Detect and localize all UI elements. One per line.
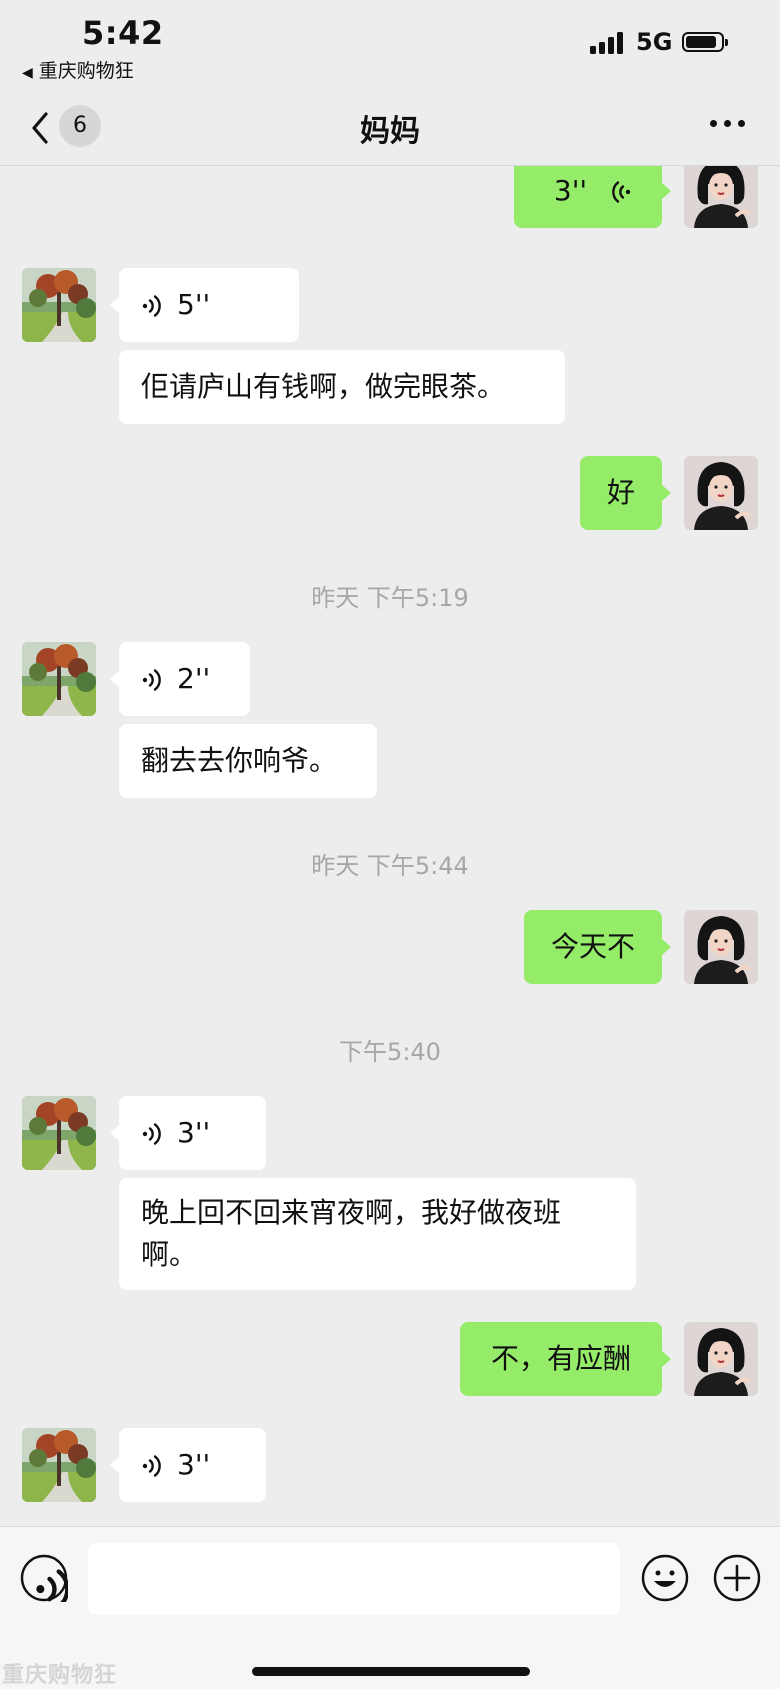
emoji-icon[interactable] [640,1553,690,1603]
incoming-voice-message[interactable]: 3'' [110,1428,266,1502]
voice-duration: 5'' [177,288,211,321]
outgoing-text-message[interactable]: 今天不 [524,910,671,984]
message-text: 佢请庐山有钱啊，做完眼茶。 [141,370,506,403]
incoming-voice-message[interactable]: 2'' [110,642,250,716]
chat-title: 妈妈 [360,114,420,149]
voice-wave-icon [608,180,632,204]
clock: 5:42 [82,14,164,52]
mom-avatar[interactable] [22,642,96,716]
network-type: 5G [636,28,673,56]
mom-avatar[interactable] [22,268,96,342]
message-text: 翻去去你响爷。 [141,744,338,777]
voice-duration: 3'' [177,1448,211,1481]
message-text: 不，有应酬 [490,1342,631,1375]
back-triangle-icon: ◀ [22,65,33,81]
plus-icon[interactable] [712,1553,762,1603]
my-avatar[interactable] [684,910,758,984]
message-text: 好 [606,476,635,509]
chat-header: 6 妈妈 [0,90,780,166]
message-list[interactable]: 3'' 5'' 佢请庐山有钱啊，做完眼茶。 好 昨天 下午5:19 2'' 翻去… [0,166,780,1526]
outgoing-text-message[interactable]: 好 [580,456,671,530]
home-indicator[interactable] [252,1667,530,1676]
battery-icon [682,32,728,52]
timestamp: 昨天 下午5:44 [311,852,469,880]
incoming-text-message[interactable]: 翻去去你响爷。 [119,724,377,798]
incoming-voice-message[interactable]: 3'' [110,1096,266,1170]
outgoing-voice-message[interactable]: 3'' [514,166,671,228]
mom-avatar[interactable] [22,1096,96,1170]
my-avatar[interactable] [684,456,758,530]
incoming-voice-message[interactable]: 5'' [110,268,299,342]
input-bar: 重庆购物狂 [0,1526,780,1689]
watermark: 重庆购物狂 [2,1663,118,1688]
outgoing-text-message[interactable]: 不，有应酬 [460,1322,671,1396]
message-text-line-2: 啊。 [141,1238,198,1271]
incoming-text-message[interactable]: 佢请庐山有钱啊，做完眼茶。 [119,350,565,424]
back-app-label: 重庆购物狂 [38,60,134,82]
my-avatar[interactable] [684,1322,758,1396]
timestamp: 昨天 下午5:19 [311,584,469,612]
signal-icon [590,30,630,54]
voice-duration: 2'' [177,662,211,695]
message-text: 今天不 [550,930,635,963]
more-icon[interactable] [710,120,746,128]
message-text-line-1: 晚上回不回来宵夜啊，我好做夜班 [141,1196,562,1229]
voice-wave-icon [141,1454,165,1478]
voice-duration: 3'' [177,1116,211,1149]
voice-input-icon[interactable] [20,1554,68,1602]
voice-wave-icon [141,294,165,318]
voice-duration: 3'' [553,174,588,207]
my-avatar[interactable] [684,166,758,228]
voice-wave-icon [141,1122,165,1146]
message-input[interactable] [88,1543,620,1615]
voice-wave-icon [141,668,165,692]
status-bar: 5:42 ◀ 重庆购物狂 5G [0,0,780,90]
mom-avatar[interactable] [22,1428,96,1502]
incoming-text-message[interactable]: 晚上回不回来宵夜啊，我好做夜班 啊。 [119,1178,636,1290]
back-to-app-link[interactable]: ◀ 重庆购物狂 [22,56,134,83]
timestamp: 下午5:40 [339,1038,441,1066]
